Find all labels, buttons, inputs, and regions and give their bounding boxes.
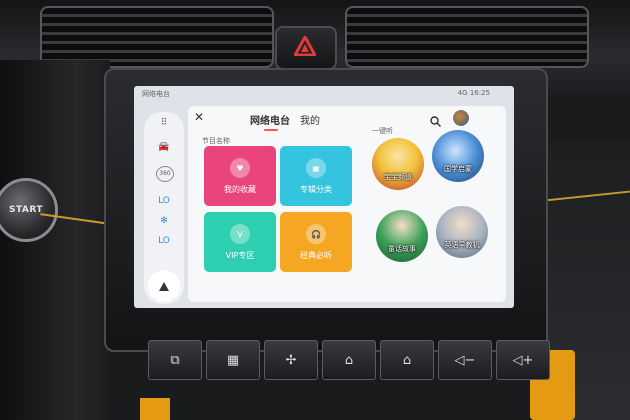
tile-label: 我的收藏: [224, 185, 256, 194]
orange-trim-left: [140, 398, 170, 420]
up-arrow-button[interactable]: [148, 270, 180, 302]
tile-album-categories[interactable]: ▣ 专辑分类: [280, 146, 352, 206]
channel-fairy-tales[interactable]: 童话故事: [376, 210, 428, 262]
fan-button[interactable]: ✢: [264, 340, 318, 380]
hardware-button-row: ⧉ ▦ ✢ ⌂ ⌂ ◁− ◁+: [118, 340, 558, 380]
avatar[interactable]: [452, 109, 470, 127]
hazard-icon: [294, 36, 316, 56]
section-program-names: 节目名称: [202, 137, 230, 145]
channel-guoxue[interactable]: 国学启蒙: [432, 130, 484, 182]
camera-360-icon[interactable]: 360: [156, 166, 174, 182]
close-icon[interactable]: ✕: [194, 110, 204, 124]
side-rail: ⠿ 🚘 360 LO ✻ LO: [144, 112, 184, 304]
search-icon[interactable]: [430, 112, 441, 131]
channel-baby[interactable]: 宝宝频道: [372, 138, 424, 190]
tile-classics[interactable]: 🎧 经典必听: [280, 212, 352, 272]
tile-label: 经典必听: [300, 251, 332, 260]
volume-up-button[interactable]: ◁+: [496, 340, 550, 380]
vip-icon: V: [230, 224, 250, 244]
headphones-icon: 🎧: [306, 224, 326, 244]
status-bar: 网络电台 4G 16:25: [134, 86, 514, 100]
channel-label: 童话故事: [388, 245, 416, 253]
tab-online-radio[interactable]: 网络电台: [250, 112, 290, 127]
channel-label: 国学启蒙: [444, 165, 472, 173]
apps-grid-icon[interactable]: ⠿: [144, 118, 184, 128]
temp-right-readout[interactable]: LO: [144, 236, 184, 246]
heart-icon: ♥: [230, 158, 250, 178]
infotainment-screen: 网络电台 4G 16:25 ⠿ 🚘 360 LO ✻ LO ✕ 网络电台 我的 …: [134, 86, 514, 308]
status-app-name: 网络电台: [142, 90, 170, 98]
fan-icon[interactable]: ✻: [144, 216, 184, 226]
tile-label: 专辑分类: [300, 185, 332, 194]
channel-label: 英语早教机: [444, 241, 480, 249]
tile-favorites[interactable]: ♥ 我的收藏: [204, 146, 276, 206]
right-air-vent: [345, 6, 589, 68]
hazard-button[interactable]: [275, 26, 337, 70]
active-tab-indicator: [264, 129, 278, 131]
rear-defrost-button[interactable]: ⧉: [148, 340, 202, 380]
tab-mine[interactable]: 我的: [300, 112, 320, 127]
start-label: START: [8, 205, 44, 215]
channel-label: 宝宝频道: [384, 173, 412, 181]
front-defrost-button[interactable]: ▦: [206, 340, 260, 380]
home-button[interactable]: ⌂: [380, 340, 434, 380]
left-air-vent: [40, 6, 274, 68]
status-time: 4G 16:25: [457, 89, 490, 97]
tile-label: VIP专区: [225, 251, 255, 260]
temp-left-readout[interactable]: LO: [144, 196, 184, 206]
channel-english[interactable]: 英语早教机: [436, 206, 488, 258]
seat-heat-button[interactable]: ⌂: [322, 340, 376, 380]
car-icon[interactable]: 🚘: [144, 142, 184, 152]
up-triangle-icon: [159, 281, 169, 291]
volume-down-button[interactable]: ◁−: [438, 340, 492, 380]
tile-vip[interactable]: V VIP专区: [204, 212, 276, 272]
radio-app-panel: ✕ 网络电台 我的 节目名称 一键听 ♥ 我的收藏 ▣ 专辑分类 V VIP专区…: [188, 106, 506, 302]
album-icon: ▣: [306, 158, 326, 178]
section-one-click: 一键听: [372, 127, 393, 135]
